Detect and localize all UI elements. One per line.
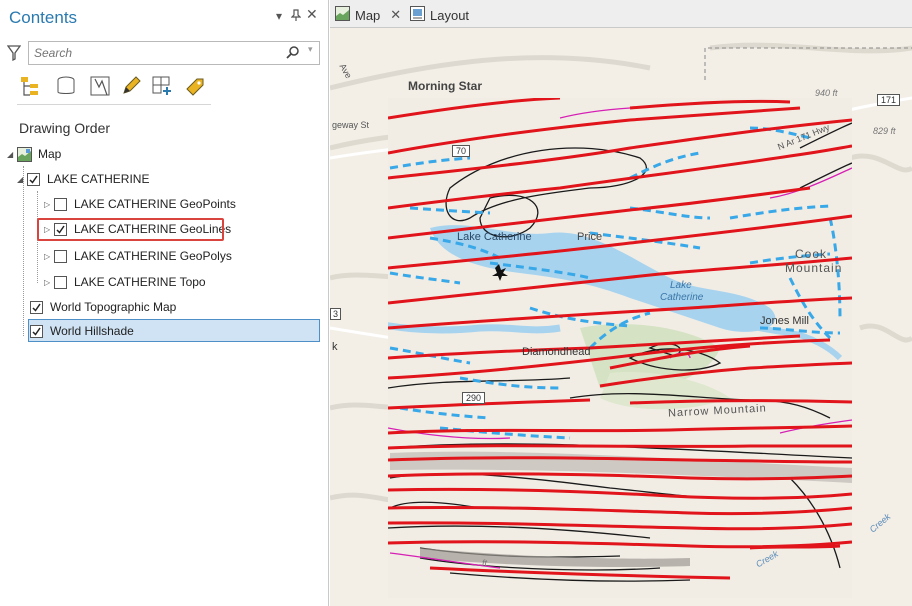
group-checkbox[interactable]: [27, 172, 40, 186]
list-by-drawing-order-icon[interactable]: [17, 73, 43, 99]
tab-layout-label: Layout: [430, 7, 470, 23]
map-label-price: Price: [577, 231, 603, 243]
tab-layout[interactable]: Layout: [410, 3, 469, 27]
tree-connector: [23, 166, 24, 336]
map-canvas: [330, 28, 912, 606]
list-by-snapping-icon[interactable]: [149, 73, 175, 99]
tree-item-layer-topo[interactable]: ▷ LAKE CATHERINE Topo: [44, 271, 206, 293]
route-shield-290: 290: [462, 392, 486, 404]
toolbar-divider: [17, 104, 211, 105]
view-tab-bar: Map ✕ Layout: [330, 0, 912, 28]
layer-label: LAKE CATHERINE GeoPolys: [74, 249, 232, 263]
route-shield-171: 171: [877, 94, 901, 106]
map-label-ft: ft: [482, 558, 488, 568]
map-label-lake-catherine: Lake Catherine: [457, 231, 532, 243]
map-icon: [335, 6, 350, 24]
pane-options-chevron-icon[interactable]: ▾: [276, 9, 282, 23]
pane-title: Contents: [9, 8, 78, 27]
close-tab-icon[interactable]: ✕: [390, 7, 401, 23]
collapse-chevron-icon[interactable]: ◢: [7, 150, 17, 159]
filter-icon[interactable]: [6, 45, 22, 64]
layer-checkbox[interactable]: [30, 300, 43, 314]
close-pane-icon[interactable]: ✕: [306, 6, 318, 23]
tree-item-group-lake-catherine[interactable]: ◢ LAKE CATHERINE: [17, 168, 149, 190]
layer-label: World Hillshade: [50, 324, 134, 338]
map-view[interactable]: Morning Star Lake Catherine Price Cook M…: [330, 28, 912, 606]
route-shield-70: 70: [452, 145, 471, 157]
map-label-jones-mill: Jones Mill: [760, 315, 809, 327]
map-label-geway-st: geway St: [332, 120, 370, 130]
layer-checkbox[interactable]: [54, 249, 67, 263]
layer-label: LAKE CATHERINE GeoPoints: [74, 197, 236, 211]
tab-map[interactable]: Map ✕: [335, 3, 401, 27]
layer-checkbox[interactable]: [54, 222, 67, 236]
list-by-selection-icon[interactable]: [87, 73, 113, 99]
search-box: ▾: [28, 41, 320, 65]
layer-checkbox[interactable]: [54, 197, 67, 211]
map-label-cook: Cook: [795, 247, 828, 261]
list-by-editing-icon[interactable]: [118, 73, 144, 99]
search-options-chevron-icon[interactable]: ▾: [308, 44, 313, 55]
tree-item-world-hillshade[interactable]: World Hillshade: [30, 320, 134, 342]
expand-chevron-icon[interactable]: ▷: [44, 200, 54, 209]
tree-item-map[interactable]: ◢ Map: [7, 143, 61, 165]
map-label-lake: Lake: [670, 280, 692, 291]
collapse-chevron-icon[interactable]: ◢: [17, 175, 27, 184]
tab-map-label: Map: [355, 7, 381, 23]
expand-chevron-icon[interactable]: ▷: [44, 225, 54, 234]
list-by-toolbar: [17, 73, 217, 103]
map-label-catherine: Catherine: [660, 292, 704, 303]
group-label: LAKE CATHERINE: [47, 172, 150, 186]
expand-chevron-icon[interactable]: ▷: [44, 278, 54, 287]
map-label-mountain: Mountain: [785, 261, 843, 275]
expand-chevron-icon[interactable]: ▷: [44, 252, 54, 261]
layer-label: LAKE CATHERINE Topo: [74, 275, 206, 289]
contents-pane: Contents ▾ ✕ ▾ Drawing Ord: [0, 0, 329, 606]
layout-icon: [410, 6, 425, 24]
route-shield-3: 3: [330, 308, 342, 320]
layer-label: World Topographic Map: [50, 300, 177, 314]
map-icon: [17, 146, 32, 162]
layer-label: LAKE CATHERINE GeoLines: [74, 222, 232, 236]
pin-icon[interactable]: [290, 9, 302, 24]
map-label-940ft: 940 ft: [815, 88, 838, 98]
tree-connector: [37, 191, 38, 283]
layer-checkbox[interactable]: [30, 324, 43, 338]
map-label-morning-star: Morning Star: [408, 79, 482, 93]
list-by-labeling-icon[interactable]: [182, 73, 208, 99]
drawing-order-heading: Drawing Order: [19, 120, 111, 136]
tree-item-map-label: Map: [38, 147, 62, 161]
layer-checkbox[interactable]: [54, 275, 67, 289]
tree-item-world-topographic-map[interactable]: World Topographic Map: [30, 296, 176, 318]
map-label-k: k: [332, 341, 338, 353]
tree-item-layer-geopolys[interactable]: ▷ LAKE CATHERINE GeoPolys: [44, 245, 232, 267]
list-by-source-icon[interactable]: [53, 73, 79, 99]
search-input[interactable]: [34, 45, 274, 61]
tree-item-layer-geopoints[interactable]: ▷ LAKE CATHERINE GeoPoints: [44, 193, 236, 215]
search-icon[interactable]: [285, 45, 301, 61]
map-label-829ft: 829 ft: [873, 126, 896, 136]
tree-item-layer-geolines[interactable]: ▷ LAKE CATHERINE GeoLines: [44, 218, 231, 240]
map-label-diamondhead: Diamondhead: [522, 346, 591, 358]
